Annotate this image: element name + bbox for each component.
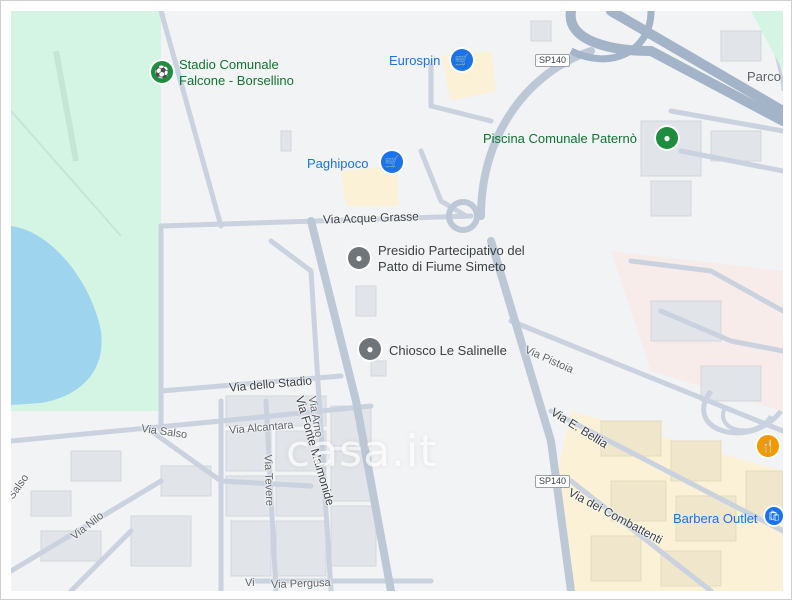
highway xyxy=(565,11,783,126)
map-frame: ⚽ Stadio Comunale Falcone - Borsellino E… xyxy=(0,0,792,600)
presidio-label-line2[interactable]: Patto di Fiume Simeto xyxy=(378,259,506,274)
presidio-label-line1[interactable]: Presidio Partecipativo del xyxy=(378,243,525,258)
map-base-layer xyxy=(11,11,783,591)
stadium-icon[interactable]: ⚽ xyxy=(151,61,173,83)
shopping-cart-icon[interactable]: 🛒 xyxy=(451,49,473,71)
shopping-cart-icon[interactable]: 🛒 xyxy=(381,151,403,173)
road-shield-sp140: SP140 xyxy=(535,54,571,67)
landmark-icon[interactable]: ● xyxy=(656,127,678,149)
street-label-pergusa: Via Pergusa xyxy=(270,576,331,591)
eurospin-label[interactable]: Eurospin xyxy=(389,53,440,68)
parco-label[interactable]: Parco xyxy=(747,69,781,84)
piscina-label[interactable]: Piscina Comunale Paternò xyxy=(483,131,637,146)
stadium-label-line1[interactable]: Stadio Comunale xyxy=(179,57,279,72)
place-pin-icon[interactable]: ● xyxy=(359,338,381,360)
casa-it-watermark: casa.it xyxy=(286,426,438,477)
restaurant-icon[interactable]: 🍴 xyxy=(757,435,779,457)
chiosco-label[interactable]: Chiosco Le Salinelle xyxy=(389,343,507,358)
road-shield-sp140: SP140 xyxy=(535,475,571,488)
map-canvas[interactable]: ⚽ Stadio Comunale Falcone - Borsellino E… xyxy=(11,11,783,591)
street-label-tevere: Via Tevere xyxy=(261,454,276,507)
street-label-fragment: Vi xyxy=(245,577,255,589)
barbera-label[interactable]: Barbera Outlet xyxy=(673,511,758,526)
stadium-label-line2[interactable]: Falcone - Borsellino xyxy=(179,73,294,88)
shopping-bag-icon[interactable]: 🛍 xyxy=(765,507,783,525)
paghipoco-label[interactable]: Paghipoco xyxy=(307,156,368,171)
place-pin-icon[interactable]: ● xyxy=(348,247,370,269)
